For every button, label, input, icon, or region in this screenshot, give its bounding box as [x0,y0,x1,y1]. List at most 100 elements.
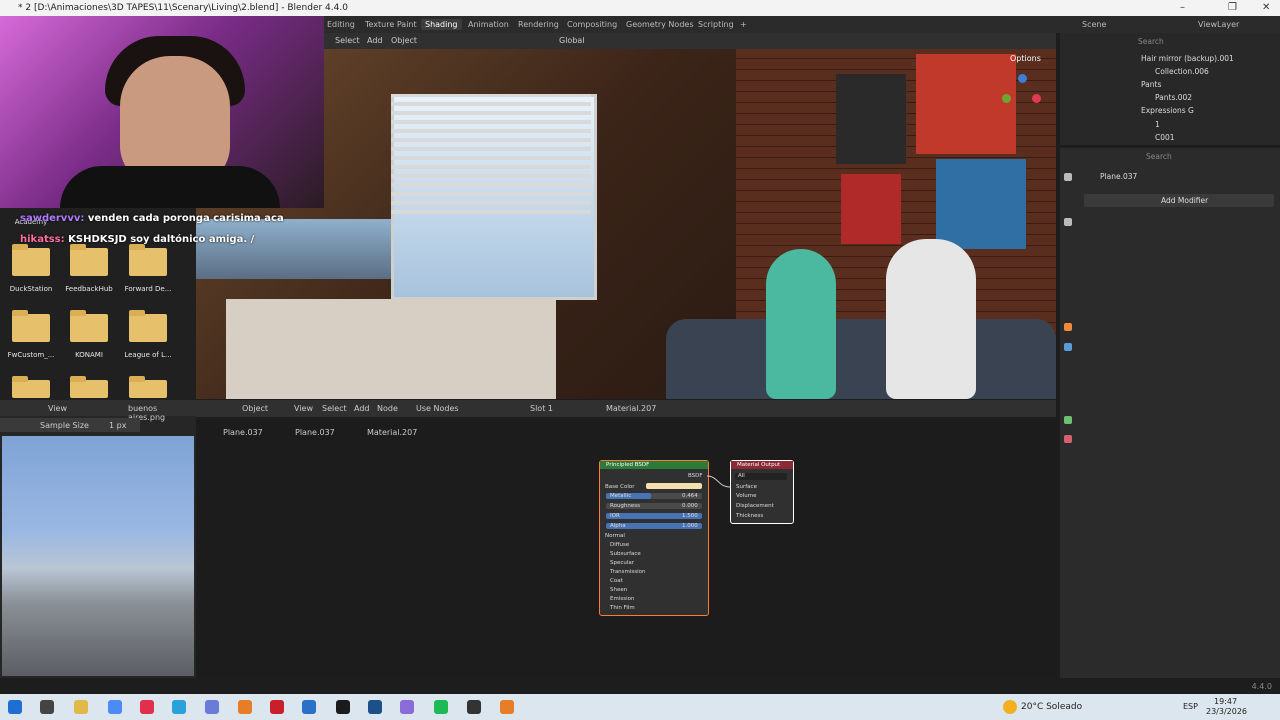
maximize-button[interactable]: ❐ [1228,2,1237,13]
pycharm-icon[interactable] [336,700,350,714]
minimize-button[interactable]: – [1180,2,1185,13]
folder-icon[interactable] [70,244,108,276]
windows-taskbar: 20°C Soleado ESP 19:47 23/3/2026 [0,694,1280,720]
photos-icon[interactable] [302,700,316,714]
clock-time[interactable]: 19:47 [1214,697,1237,706]
weather-icon[interactable] [1003,700,1017,714]
close-button[interactable]: ✕ [1262,2,1270,13]
outliner-item[interactable]: Hair mirror (backup).001 [1141,54,1234,63]
chat-username: sawdervvv: [20,213,85,224]
poster-portrait [836,74,906,164]
title-bar: * 2 [D:\Animaciones\3D TAPES\11\Scenary\… [0,0,1280,16]
spotify-icon[interactable] [434,700,448,714]
viewport-options-button[interactable]: Options [1010,54,1041,63]
weather-label[interactable]: 20°C Soleado [1021,702,1082,712]
viewport-header: Select Add Object Global [324,33,1056,49]
search-icon[interactable] [40,700,54,714]
viewlayer-selector[interactable]: ViewLayer [1198,20,1239,29]
tab-shading[interactable]: Shading [421,19,462,30]
blender-icon[interactable] [500,700,514,714]
vegas-icon[interactable] [368,700,382,714]
tab-editing[interactable]: Editing [327,20,355,29]
obs-icon[interactable] [467,700,481,714]
3d-viewport[interactable]: Options [196,49,1056,399]
image-view-menu[interactable]: View [48,404,67,413]
chat-text: KSHDKSJD soy daltónico amiga. / [68,234,255,245]
folder-label[interactable]: FwCustom_... [0,351,62,359]
sample-size-field[interactable]: 1 px [109,421,126,430]
app-icon[interactable] [270,700,284,714]
language-indicator[interactable]: ESP [1183,702,1198,711]
app-icon[interactable] [400,700,414,714]
viewport-menu-object[interactable]: Object [391,36,417,45]
image-editor: View buenos aires.png Sample Size 1 px [0,400,196,678]
outliner-item[interactable]: Pants [1141,80,1161,89]
folder-icon[interactable] [12,376,50,398]
webcam-overlay [0,16,324,208]
folder-label[interactable]: KONAMI [58,351,120,359]
opera-icon[interactable] [140,700,154,714]
tab-scripting[interactable]: Scripting [698,20,734,29]
tool-tab-icon[interactable] [1064,173,1072,181]
render-tab-icon[interactable] [1064,218,1072,226]
app-icon[interactable] [205,700,219,714]
object-name: Plane.037 [1100,172,1138,181]
folder-icon[interactable] [70,310,108,342]
viewport-menu-add[interactable]: Add [367,36,383,45]
poster-blue [936,159,1026,249]
tab-geometry-nodes[interactable]: Geometry Nodes [626,20,693,29]
explorer-icon[interactable] [74,700,88,714]
outliner-item[interactable]: Expressions G [1141,106,1194,115]
data-tab-icon[interactable] [1064,416,1072,424]
outliner: Search Hair mirror (backup).001 Collecti… [1060,33,1280,145]
edge-icon[interactable] [172,700,186,714]
window-blinds [391,94,591,214]
blender-icon[interactable] [238,700,252,714]
scene-selector[interactable]: Scene [1082,20,1106,29]
viewport-menu-select[interactable]: Select [335,36,360,45]
outliner-item[interactable]: C001 [1155,133,1175,142]
add-modifier-label: Add Modifier [1161,196,1209,205]
folder-label[interactable]: League of L... [117,351,179,359]
outliner-item[interactable]: Pants.002 [1155,93,1192,102]
chrome-icon[interactable] [108,700,122,714]
window-title: * 2 [D:\Animaciones\3D TAPES\11\Scenary\… [18,3,348,13]
folder-icon[interactable] [129,376,167,398]
clock-date[interactable]: 23/3/2026 [1206,707,1247,716]
material-tab-icon[interactable] [1064,435,1072,443]
tab-compositing[interactable]: Compositing [567,20,617,29]
object-tab-icon[interactable] [1064,323,1072,331]
folder-icon[interactable] [70,376,108,398]
image-canvas[interactable] [2,436,194,676]
modifier-tab-icon[interactable] [1064,343,1072,351]
node-editor[interactable]: Object View Select Add Node Use Nodes Sl… [196,400,1056,678]
gizmo-y-icon[interactable] [1002,94,1011,103]
outliner-item[interactable]: Collection.006 [1155,67,1209,76]
chat-message: hikatss: KSHDKSJD soy daltónico amiga. / [20,234,254,245]
properties-panel: Search Plane.037 Add Modifier [1060,148,1280,678]
folder-label[interactable]: DuckStation [0,285,62,293]
poster-red [916,54,1016,154]
folder-label[interactable]: Forward De... [117,285,179,293]
add-workspace-button[interactable]: + [740,20,747,29]
transform-orientation[interactable]: Global [559,36,585,45]
streamer-shirt [60,166,280,208]
folder-icon[interactable] [12,244,50,276]
outliner-search[interactable]: Search [1138,37,1164,46]
add-modifier-button[interactable]: Add Modifier [1084,194,1274,207]
tab-rendering[interactable]: Rendering [518,20,559,29]
start-icon[interactable] [8,700,22,714]
character-green [766,249,836,399]
folder-icon[interactable] [129,310,167,342]
folder-label[interactable]: FeedbackHub [58,285,120,293]
image-editor-header: View buenos aires.png [0,400,196,422]
outliner-item[interactable]: 1 [1155,120,1160,129]
properties-search[interactable]: Search [1146,152,1172,161]
gizmo-x-icon[interactable] [1032,94,1041,103]
folder-icon[interactable] [129,244,167,276]
folder-icon[interactable] [12,310,50,342]
tab-texture-paint[interactable]: Texture Paint [365,20,417,29]
gizmo-z-icon[interactable] [1018,74,1027,83]
tab-animation[interactable]: Animation [468,20,509,29]
chat-message: sawdervvv: venden cada poronga carisima … [20,213,284,224]
